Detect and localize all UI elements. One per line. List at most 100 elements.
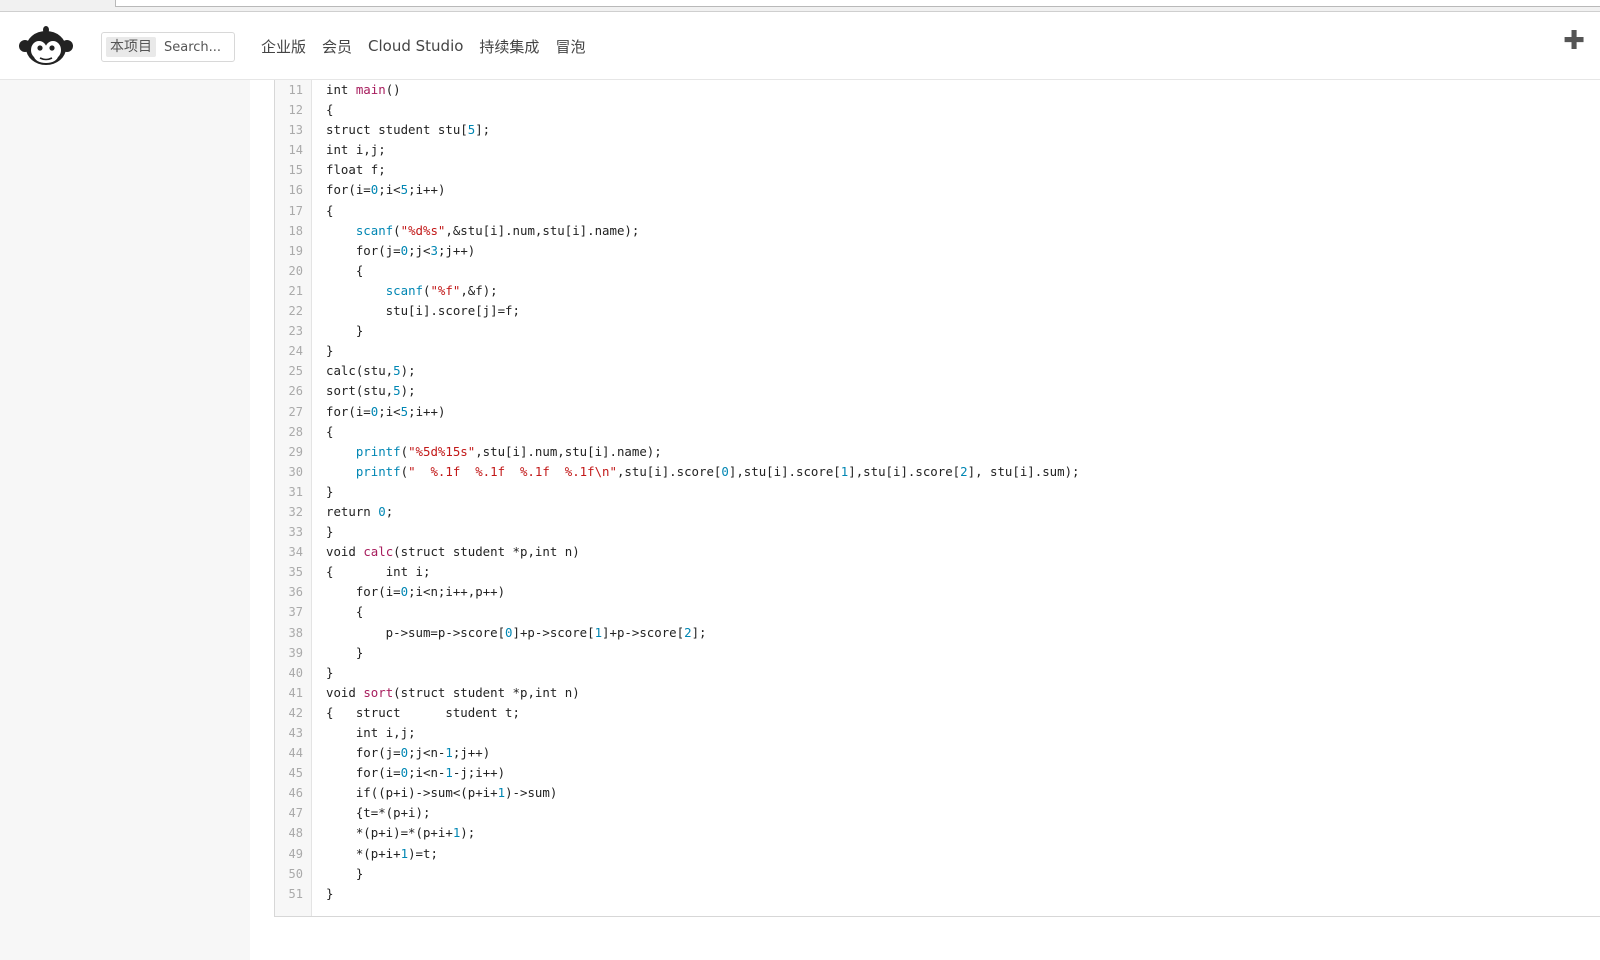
code-token: struct: [400, 684, 453, 700]
code-line: 23 }: [275, 321, 1600, 341]
code-token: if: [355, 785, 371, 801]
code-token: ];: [475, 122, 491, 138]
code-token: int: [355, 725, 386, 740]
code-line: 17 {: [275, 201, 1600, 221]
code-token: (: [393, 222, 401, 238]
code-token: (: [393, 684, 401, 700]
code-token: -j;i++): [452, 765, 506, 781]
line-source: for(i=0;i<5;i++): [326, 180, 445, 200]
code-token: ;i<: [378, 403, 401, 419]
line-number: 50: [288, 866, 303, 881]
line-source: int i,j;: [326, 723, 416, 743]
code-token: ;j<: [408, 242, 431, 258]
monkey-logo-icon[interactable]: [19, 26, 73, 66]
search-box[interactable]: 本项目: [101, 32, 235, 62]
line-source: {: [326, 100, 333, 120]
code-token: " %.1f %.1f %.1f %.1f\n": [408, 463, 617, 479]
code-token: ;i++): [408, 403, 446, 419]
nav-item-cloud-studio[interactable]: Cloud Studio: [368, 37, 463, 55]
nav-item-ci[interactable]: 持续集成: [479, 36, 539, 57]
line-number: 20: [288, 263, 303, 278]
code-line: 16 for(i=0;i<5;i++): [275, 180, 1600, 200]
line-number: 48: [288, 826, 303, 841]
line-source: calc(stu,5);: [326, 361, 416, 381]
nav-item-bubble[interactable]: 冒泡: [555, 36, 585, 57]
code-token: printf: [355, 463, 401, 479]
code-token: 1: [594, 624, 603, 640]
code-token: ;i<: [378, 182, 401, 198]
code-token: scanf: [385, 282, 423, 298]
code-token: {: [326, 102, 334, 118]
code-token: {: [326, 564, 386, 580]
line-number: 31: [288, 484, 303, 499]
code-token: void: [326, 544, 364, 560]
code-line: 40}: [275, 663, 1600, 683]
code-line: 12 {: [275, 100, 1600, 120]
plus-icon[interactable]: ✚: [1560, 27, 1588, 55]
code-token: for: [326, 182, 349, 198]
code-token: 5: [393, 363, 401, 379]
code-token: ,stu[i].score[: [616, 463, 722, 479]
code-token: 1: [497, 785, 506, 801]
code-token: 5: [400, 403, 409, 419]
code-line: 48 *(p+i)=*(p+i+1);: [275, 823, 1600, 843]
line-number: 17: [288, 203, 303, 218]
line-source: { struct student t;: [326, 703, 520, 723]
line-number: 12: [288, 103, 303, 118]
line-number: 37: [288, 605, 303, 620]
code-token: main: [355, 82, 386, 97]
line-number: 27: [288, 404, 303, 419]
line-source: for(j=0;j<n-1;j++): [326, 743, 490, 763]
line-number: 45: [288, 766, 303, 781]
code-token: ], stu[i].sum);: [967, 463, 1080, 479]
line-number: 24: [288, 344, 303, 359]
code-line: 51}: [275, 884, 1600, 904]
code-token: 3: [430, 242, 438, 258]
code-token: ]+p->score[: [602, 624, 685, 640]
line-source: {: [326, 602, 363, 622]
line-number: 47: [288, 806, 303, 821]
code-line: 30 printf(" %.1f %.1f %.1f %.1f\n",stu[i…: [275, 462, 1600, 482]
line-source: int i,j;: [326, 140, 386, 160]
line-number: 41: [288, 685, 303, 700]
code-token: }: [326, 644, 364, 660]
search-input[interactable]: [164, 37, 230, 57]
line-source: int main(): [326, 80, 401, 100]
line-number: 35: [288, 565, 303, 580]
code-line: 20 {: [275, 261, 1600, 281]
code-token: )->sum): [505, 785, 558, 801]
code-token: 1: [445, 765, 453, 781]
line-source: {: [326, 261, 363, 281]
code-token: 5: [400, 182, 409, 198]
code-token: calc: [363, 544, 394, 560]
line-source: scanf("%d%s",&stu[i].num,stu[i].name);: [326, 221, 640, 241]
nav-item-membership[interactable]: 会员: [322, 36, 352, 57]
code-token: i;: [415, 564, 431, 580]
code-token: }: [326, 483, 334, 499]
code-token: ;i<n-: [408, 765, 446, 781]
address-bar[interactable]: [115, 0, 1600, 7]
code-line: 43 int i,j;: [275, 723, 1600, 743]
code-token: {: [326, 423, 334, 439]
line-number: 40: [288, 665, 303, 680]
code-token: f;: [370, 162, 386, 178]
search-scope-chip[interactable]: 本项目: [106, 37, 156, 57]
code-token: int: [326, 142, 356, 158]
line-number: 28: [288, 424, 303, 439]
code-line: 39 }: [275, 643, 1600, 663]
code-token: 0: [400, 745, 409, 761]
code-line: 31}: [275, 482, 1600, 502]
line-number: 33: [288, 525, 303, 540]
code-token: int: [534, 544, 565, 560]
code-token: ;i++): [408, 182, 446, 198]
line-number: 51: [288, 886, 303, 901]
code-token: for: [355, 745, 379, 761]
line-source: }: [326, 864, 363, 884]
line-source: {t=*(p+i);: [326, 803, 431, 823]
code-token: );: [400, 383, 416, 399]
nav-item-enterprise[interactable]: 企业版: [261, 36, 306, 57]
code-line: 24}: [275, 341, 1600, 361]
line-number: 25: [288, 364, 303, 379]
